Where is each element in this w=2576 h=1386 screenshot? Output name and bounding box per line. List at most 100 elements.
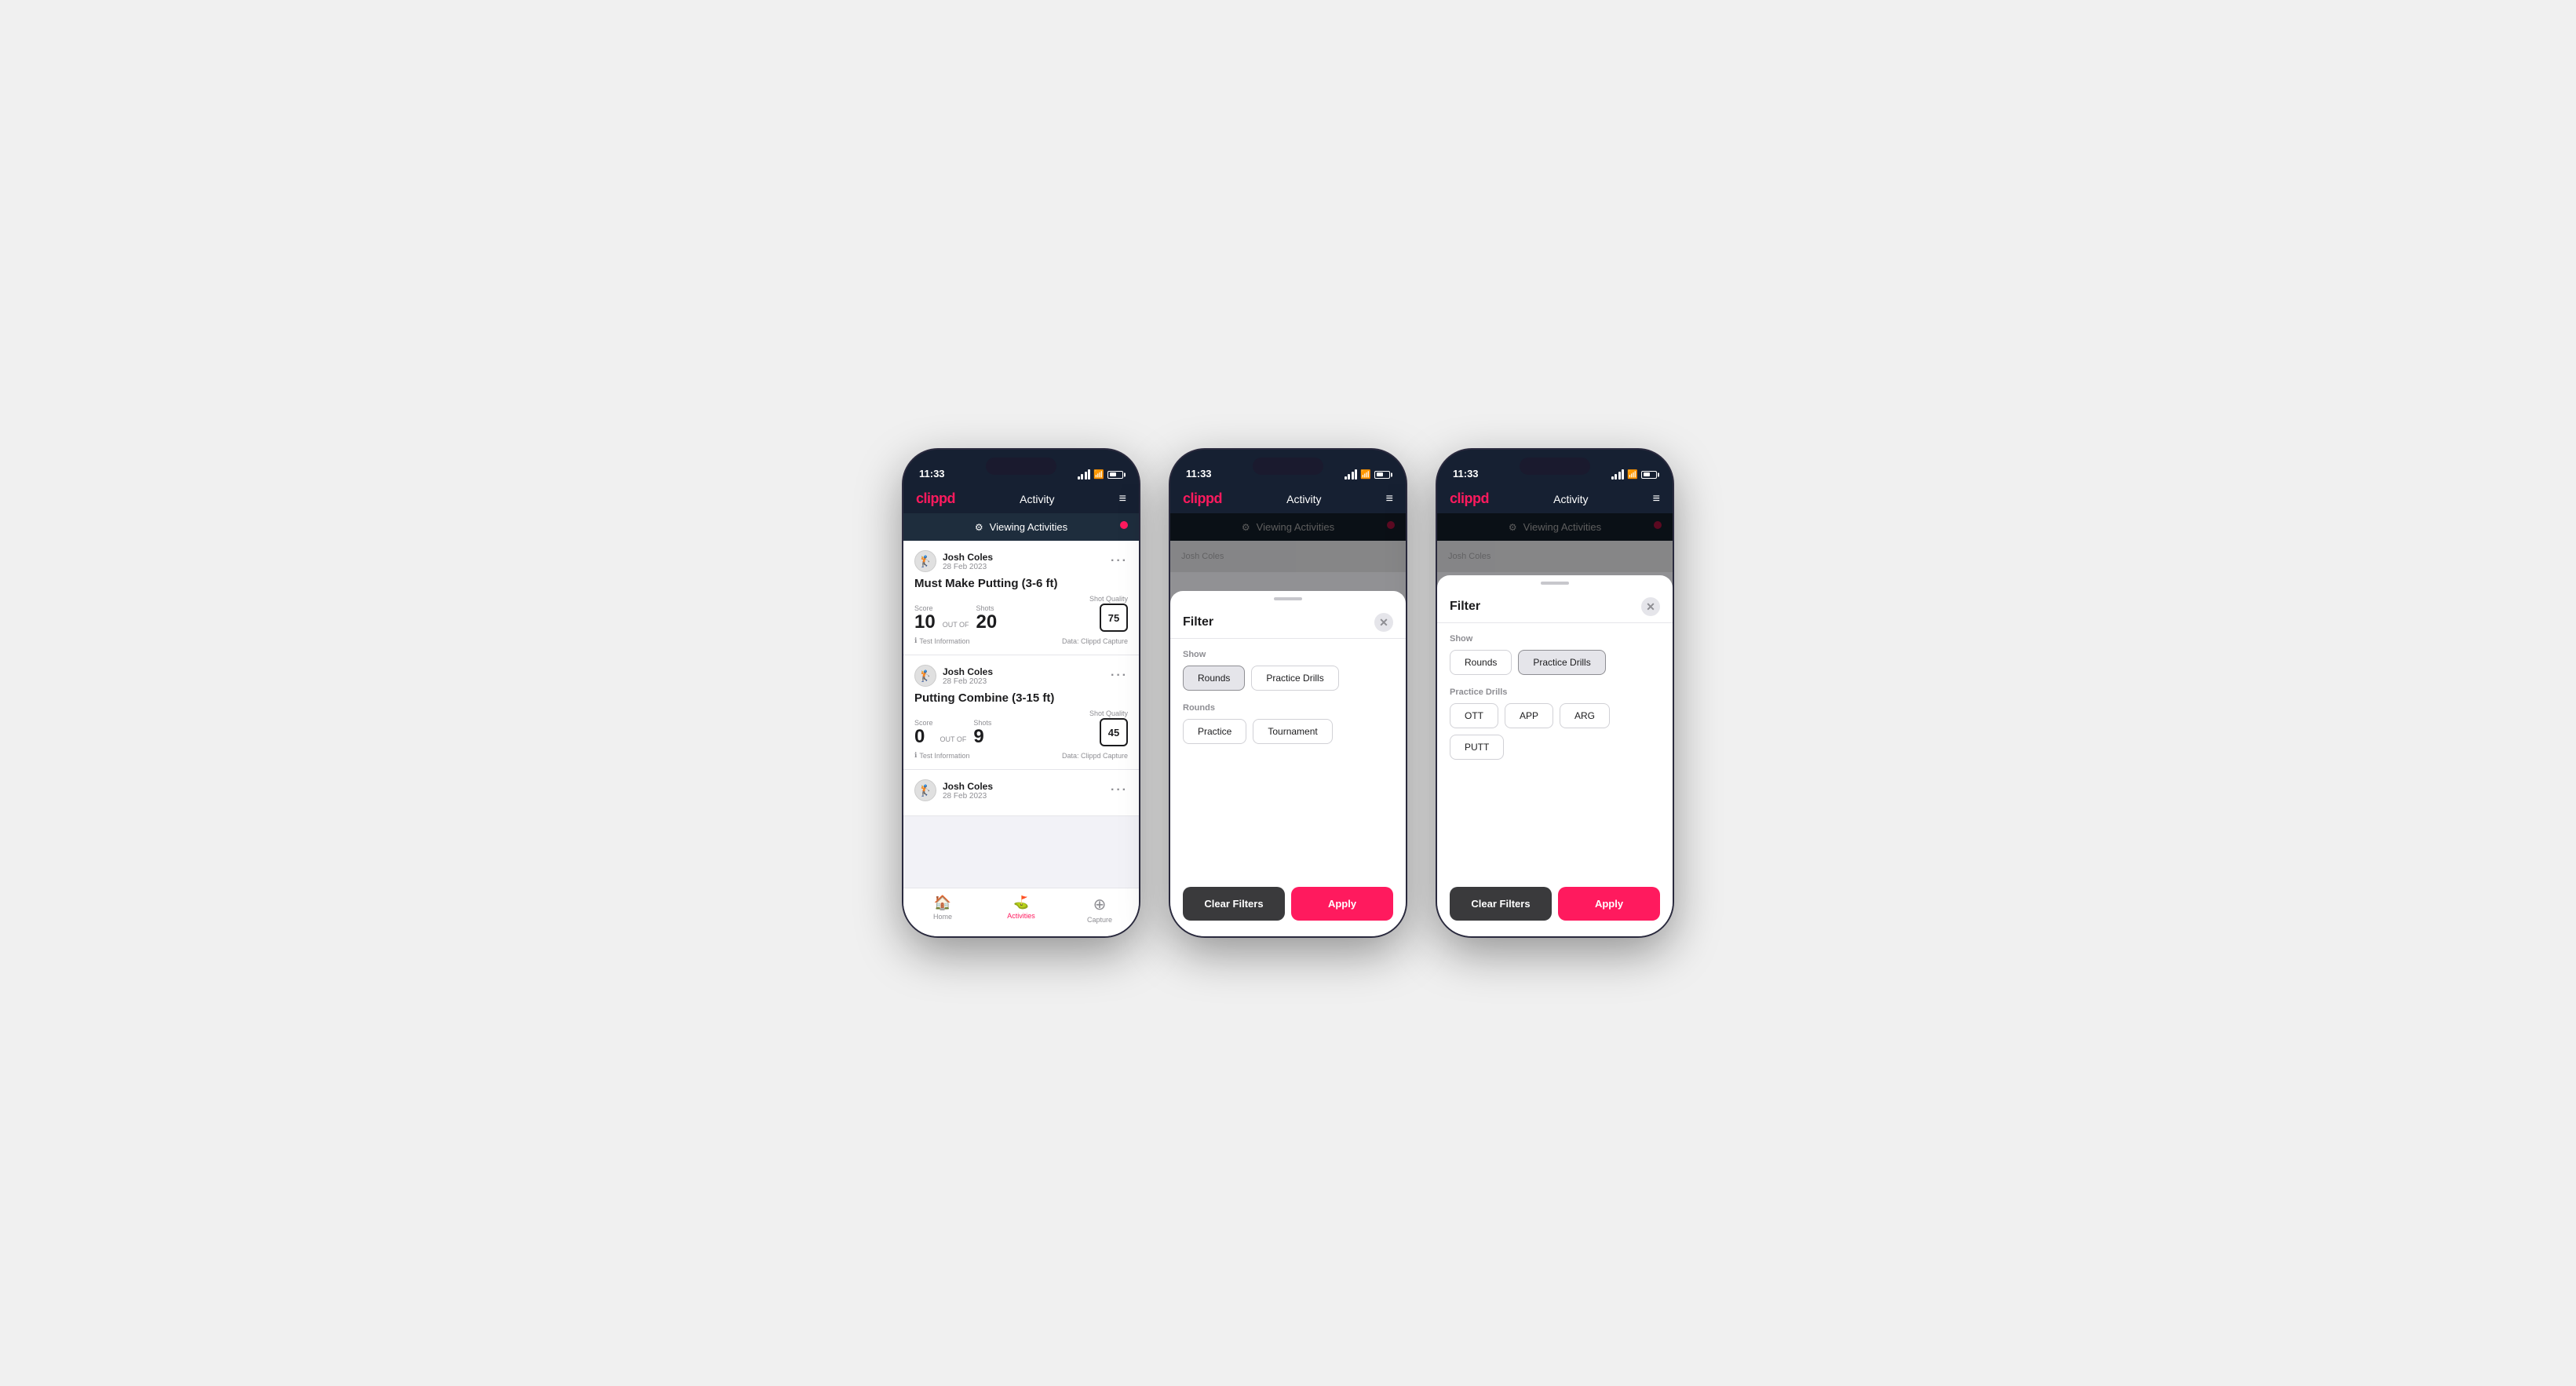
status-time-3: 11:33: [1453, 468, 1479, 480]
user-info-1: 🏌 Josh Coles 28 Feb 2023: [914, 550, 993, 572]
menu-icon-1[interactable]: ≡: [1119, 493, 1126, 505]
activity-card-1: 🏌 Josh Coles 28 Feb 2023 ··· Must Make P…: [903, 541, 1139, 655]
practice-drills-btn-2[interactable]: Practice Drills: [1251, 666, 1338, 691]
wifi-icon-2: 📶: [1360, 469, 1371, 480]
tab-capture-1[interactable]: ⊕ Capture: [1060, 895, 1139, 924]
home-icon: 🏠: [934, 895, 951, 911]
test-info-1: ℹ Test Information: [914, 636, 969, 645]
logo-1: clippd: [916, 491, 955, 507]
show-label-3: Show: [1450, 634, 1660, 644]
user-info-3: 🏌 Josh Coles 28 Feb 2023: [914, 779, 993, 801]
practice-drills-btn-3[interactable]: Practice Drills: [1518, 650, 1605, 675]
apply-btn-3[interactable]: Apply: [1558, 887, 1660, 921]
avatar-3: 🏌: [914, 779, 936, 801]
user-date-3: 28 Feb 2023: [943, 792, 993, 801]
card-header-2: 🏌 Josh Coles 28 Feb 2023 ···: [914, 665, 1128, 687]
close-btn-2[interactable]: ✕: [1374, 613, 1393, 632]
practice-round-btn-2[interactable]: Practice: [1183, 719, 1246, 744]
activities-icon: ⛳: [1013, 895, 1029, 910]
score-group-2: Score 0: [914, 719, 933, 746]
menu-icon-2[interactable]: ≡: [1386, 493, 1393, 505]
user-details-3: Josh Coles 28 Feb 2023: [943, 781, 993, 801]
arg-btn-3[interactable]: ARG: [1560, 703, 1610, 728]
sq-label-2: Shot Quality: [1089, 709, 1128, 717]
card-header-1: 🏌 Josh Coles 28 Feb 2023 ···: [914, 550, 1128, 572]
user-date-1: 28 Feb 2023: [943, 563, 993, 571]
sq-badge-2: 45: [1100, 718, 1128, 746]
wifi-icon: 📶: [1093, 469, 1104, 480]
phone-3: 11:33 📶 clippd Activity ≡: [1437, 450, 1673, 936]
filter-icon-1: ⚙: [975, 522, 983, 533]
clear-filters-btn-3[interactable]: Clear Filters: [1450, 887, 1552, 921]
rounds-section-label-2: Rounds: [1183, 703, 1393, 713]
data-source-2: Data: Clippd Capture: [1062, 752, 1128, 760]
putt-btn-3[interactable]: PUTT: [1450, 735, 1504, 760]
tab-activities-1[interactable]: ⛳ Activities: [982, 895, 1060, 924]
score-group-1: Score 10: [914, 604, 936, 632]
logo-3: clippd: [1450, 491, 1489, 507]
shots-value-1: 20: [976, 613, 998, 632]
app-btn-3[interactable]: APP: [1505, 703, 1553, 728]
clear-filters-btn-2[interactable]: Clear Filters: [1183, 887, 1285, 921]
rounds-btn-2[interactable]: Rounds: [1183, 666, 1245, 691]
tab-capture-label: Capture: [1087, 916, 1112, 924]
filter-header-2: Filter ✕: [1170, 604, 1406, 639]
tournament-btn-2[interactable]: Tournament: [1253, 719, 1332, 744]
phone-screen-3: ⚙ Viewing Activities Josh Coles Filter ✕: [1437, 513, 1673, 936]
menu-icon-3[interactable]: ≡: [1653, 493, 1660, 505]
score-value-2: 0: [914, 728, 933, 746]
sq-group-1: Shot Quality 75: [1089, 595, 1128, 632]
data-source-1: Data: Clippd Capture: [1062, 637, 1128, 645]
phone-2: 11:33 📶 clippd Activity ≡: [1170, 450, 1406, 936]
phones-container: 11:33 📶 clippd Activity ≡: [903, 450, 1673, 936]
tab-home-1[interactable]: 🏠 Home: [903, 895, 982, 924]
scroll-content-1: 🏌 Josh Coles 28 Feb 2023 ··· Must Make P…: [903, 541, 1139, 888]
user-info-2: 🏌 Josh Coles 28 Feb 2023: [914, 665, 993, 687]
capture-icon: ⊕: [1093, 895, 1107, 914]
viewing-bar-1[interactable]: ⚙ Viewing Activities: [903, 513, 1139, 541]
phone-1: 11:33 📶 clippd Activity ≡: [903, 450, 1139, 936]
app-header-2: clippd Activity ≡: [1170, 484, 1406, 513]
phone-notch-3: [1520, 458, 1590, 475]
more-dots-3[interactable]: ···: [1111, 783, 1128, 797]
user-details-1: Josh Coles 28 Feb 2023: [943, 552, 993, 571]
tab-bar-1: 🏠 Home ⛳ Activities ⊕ Capture: [903, 888, 1139, 936]
ott-btn-3[interactable]: OTT: [1450, 703, 1498, 728]
user-name-1: Josh Coles: [943, 552, 993, 563]
activity-card-3: 🏌 Josh Coles 28 Feb 2023 ···: [903, 770, 1139, 816]
show-label-2: Show: [1183, 650, 1393, 659]
rounds-buttons-2: Practice Tournament: [1183, 719, 1393, 744]
wifi-icon-3: 📶: [1627, 469, 1638, 480]
close-btn-3[interactable]: ✕: [1641, 597, 1660, 616]
avatar-2: 🏌: [914, 665, 936, 687]
header-title-3: Activity: [1553, 493, 1588, 505]
header-title-2: Activity: [1286, 493, 1321, 505]
drills-section-label-3: Practice Drills: [1450, 688, 1660, 697]
signal-icon-2: [1345, 469, 1358, 480]
drills-buttons-3: OTT APP ARG PUTT: [1450, 703, 1660, 760]
avatar-1: 🏌: [914, 550, 936, 572]
filter-footer-3: Clear Filters Apply: [1437, 879, 1673, 936]
filter-body-3: Show Rounds Practice Drills Practice Dri…: [1437, 623, 1673, 879]
more-dots-1[interactable]: ···: [1111, 554, 1128, 568]
rounds-btn-3[interactable]: Rounds: [1450, 650, 1512, 675]
card-header-3: 🏌 Josh Coles 28 Feb 2023 ···: [914, 779, 1128, 801]
phone-notch-2: [1253, 458, 1323, 475]
user-name-3: Josh Coles: [943, 781, 993, 792]
filter-body-2: Show Rounds Practice Drills Rounds Pract…: [1170, 639, 1406, 879]
card-footer-2: ℹ Test Information Data: Clippd Capture: [914, 751, 1128, 760]
filter-header-3: Filter ✕: [1437, 588, 1673, 623]
filter-title-3: Filter: [1450, 600, 1480, 614]
shots-group-2: Shots 9: [973, 719, 991, 746]
app-header-1: clippd Activity ≡: [903, 484, 1139, 513]
status-time-1: 11:33: [919, 468, 945, 480]
status-icons-1: 📶: [1078, 469, 1123, 480]
more-dots-2[interactable]: ···: [1111, 669, 1128, 683]
sq-group-2: Shot Quality 45: [1089, 709, 1128, 746]
out-of-1: OUT OF: [943, 621, 969, 629]
score-value-1: 10: [914, 613, 936, 632]
app-header-3: clippd Activity ≡: [1437, 484, 1673, 513]
logo-2: clippd: [1183, 491, 1222, 507]
sq-label-1: Shot Quality: [1089, 595, 1128, 603]
apply-btn-2[interactable]: Apply: [1291, 887, 1393, 921]
